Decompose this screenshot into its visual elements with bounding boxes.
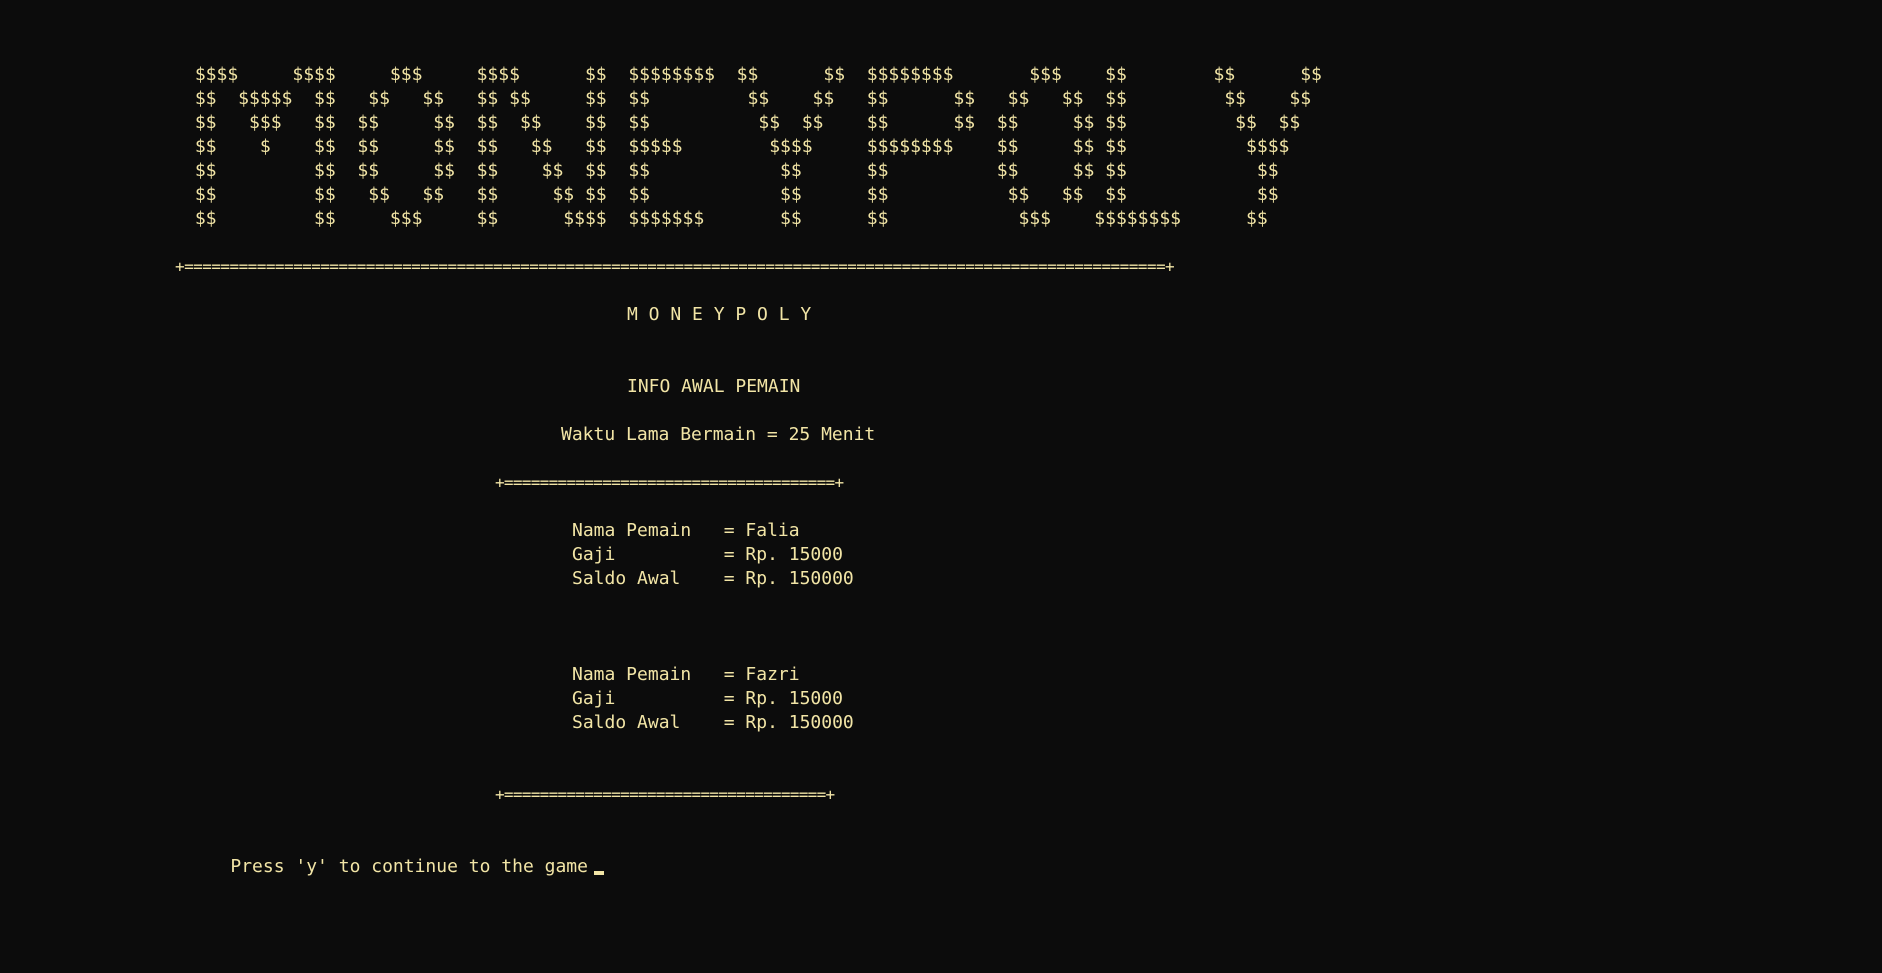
player-salary: Gaji = Rp. 15000 [572, 544, 843, 565]
text-cursor-icon[interactable] [593, 871, 604, 875]
banner-line: $$ $ $$ $$ $$ $$ $$ $$ $$$$$ $$$$ $$$$$$… [184, 136, 1290, 157]
player-name: Nama Pemain = Fazri [572, 664, 800, 685]
banner-line: $$ $$ $$$ $$ $$$$ $$$$$$$ $$ $$ $$$ $$$$… [184, 208, 1268, 229]
info-box-top-border: +=====================================+ [495, 473, 844, 492]
terminal-window: $$$$ $$$$ $$$ $$$$ $$ $$$$$$$$ $$ $$ $$$… [0, 0, 1882, 973]
section-heading: INFO AWAL PEMAIN [627, 376, 801, 397]
play-time: Waktu Lama Bermain = 25 Menit [561, 424, 876, 445]
player-balance: Saldo Awal = Rp. 150000 [572, 712, 854, 733]
game-title: M O N E Y P O L Y [627, 304, 812, 325]
player-salary: Gaji = Rp. 15000 [572, 688, 843, 709]
player-balance: Saldo Awal = Rp. 150000 [572, 568, 854, 589]
prompt-text: Press 'y' to continue to the game [230, 856, 588, 877]
info-box-bottom-border: +====================================+ [495, 785, 835, 804]
banner-line: $$$$ $$$$ $$$ $$$$ $$ $$$$$$$$ $$ $$ $$$… [184, 64, 1322, 85]
player-name: Nama Pemain = Falia [572, 520, 800, 541]
banner-line: $$ $$$$$ $$ $$ $$ $$ $$ $$ $$ $$ $$ $$ $… [184, 88, 1312, 109]
banner-line: $$ $$$ $$ $$ $$ $$ $$ $$ $$ $$ $$ $$ $$ … [184, 112, 1301, 133]
banner-line: $$ $$ $$ $$ $$ $$ $$ $$ $$ $$ $$ $$ $$ $… [184, 184, 1279, 205]
banner-line: $$ $$ $$ $$ $$ $$ $$ $$ $$ $$ $$ $$ $$ $… [184, 160, 1279, 181]
continue-prompt: Press 'y' to continue to the game [187, 831, 604, 877]
top-border: +=======================================… [175, 257, 1175, 276]
